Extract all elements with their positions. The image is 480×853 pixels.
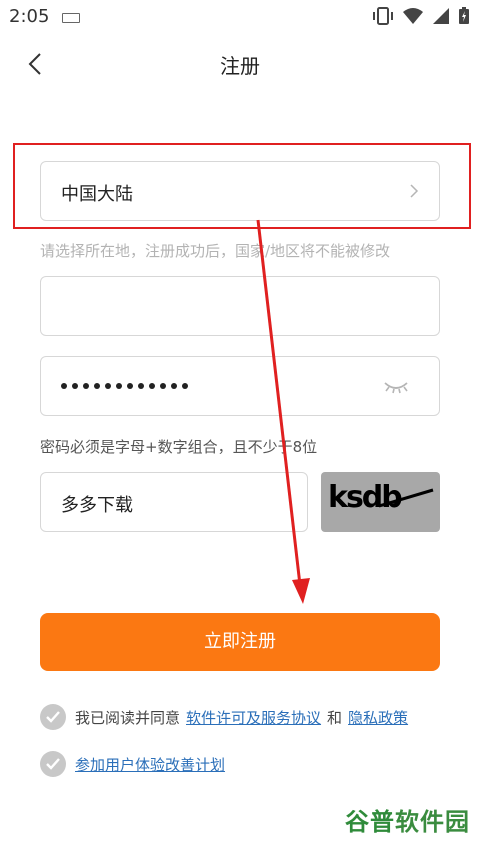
captcha-input[interactable]: 多多下载	[40, 472, 308, 532]
signal-icon	[433, 8, 449, 24]
vibrate-icon	[373, 7, 393, 25]
region-selector[interactable]: 中国大陆	[40, 161, 440, 221]
experience-checkbox[interactable]	[40, 751, 66, 777]
status-bar: 2:05	[0, 0, 480, 32]
nav-bar: 注册	[0, 32, 480, 92]
register-button[interactable]: 立即注册	[40, 613, 440, 671]
captcha-image[interactable]: ksdb	[321, 472, 440, 532]
wifi-icon	[403, 8, 423, 24]
check-icon	[46, 758, 60, 770]
check-icon	[46, 711, 60, 723]
phone-input[interactable]	[40, 276, 440, 336]
captcha-value: 多多下载	[61, 495, 133, 516]
password-mask	[61, 383, 188, 389]
captcha-noise-line	[378, 488, 434, 508]
status-time: 2:05	[9, 6, 50, 27]
keyboard-icon	[62, 13, 80, 23]
region-hint: 请选择所在地，注册成功后，国家/地区将不能被修改	[40, 242, 391, 260]
eye-closed-icon[interactable]	[383, 377, 409, 397]
license-link[interactable]: 软件许可及服务协议	[186, 707, 321, 728]
status-icons	[372, 7, 470, 25]
password-input[interactable]	[40, 356, 440, 416]
battery-icon	[459, 7, 469, 24]
chevron-right-icon	[410, 184, 419, 198]
region-value: 中国大陆	[61, 184, 133, 205]
agreement-checkbox[interactable]	[40, 704, 66, 730]
watermark-part2: 软件园	[395, 808, 470, 836]
page-title: 注册	[220, 54, 260, 78]
agreement-row: 我已阅读并同意 软件许可及服务协议 和 隐私政策	[40, 704, 408, 730]
watermark-part1: 谷普	[345, 808, 395, 836]
password-hint: 密码必须是字母+数字组合，且不少于8位	[40, 438, 318, 456]
agreement-and: 和	[327, 708, 343, 727]
experience-link[interactable]: 参加用户体验改善计划	[75, 754, 225, 775]
agreement-prefix: 我已阅读并同意	[75, 708, 181, 727]
experience-row: 参加用户体验改善计划	[40, 751, 225, 777]
privacy-link[interactable]: 隐私政策	[348, 707, 408, 728]
watermark-logo: 谷普软件园	[345, 802, 470, 837]
